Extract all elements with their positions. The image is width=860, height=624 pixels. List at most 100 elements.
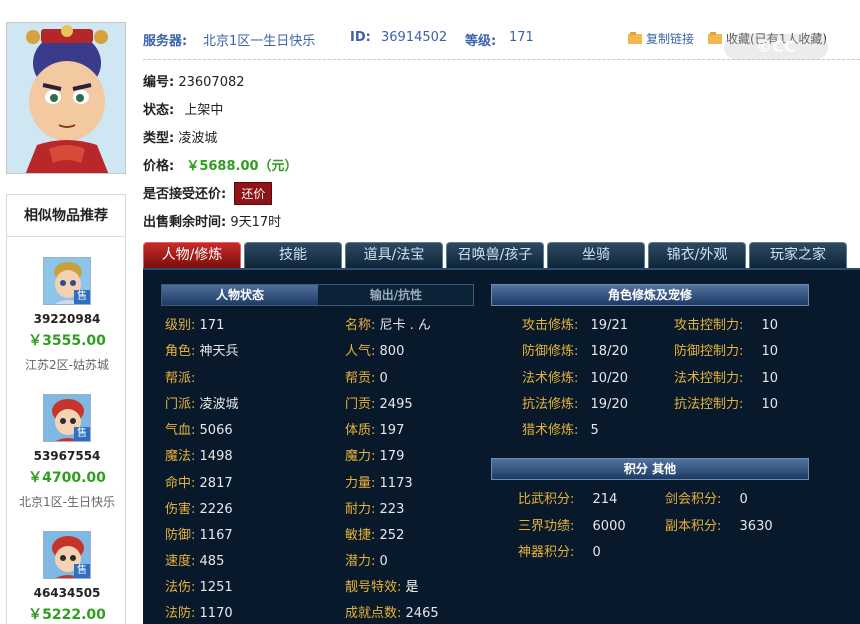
control-row: 攻击控制力: 10: [674, 314, 778, 333]
points-value: 0: [592, 545, 601, 560]
cultivation-label: 抗法修炼:: [522, 397, 579, 412]
points-row: 剑会积分: 0: [665, 488, 748, 507]
points-value: 214: [592, 492, 618, 507]
stat-label: 门贡:: [345, 397, 376, 412]
stat-row: 魔法: 1498: [165, 445, 233, 464]
cultivation-value: 19/20: [590, 397, 628, 412]
cultivation-row: 抗法修炼: 19/20: [522, 393, 628, 412]
cultivation-row: 猎术修炼: 5: [522, 419, 599, 438]
similar-item-id[interactable]: 53967554: [7, 449, 127, 463]
similar-item-price: ￥4700.00: [28, 470, 106, 486]
stat-value: 171: [199, 318, 225, 333]
stat-row: 门贡: 2495: [345, 393, 413, 412]
cultivation-label: 攻击修炼:: [522, 318, 579, 333]
stat-row: 力量: 1173: [345, 472, 413, 491]
subtab-output[interactable]: 输出/抗性: [318, 285, 474, 305]
sale-tag: 售: [74, 427, 90, 441]
stat-value: 197: [379, 423, 405, 438]
stat-label: 体质:: [345, 423, 376, 438]
control-label: 法术控制力:: [674, 371, 744, 386]
remaining-time-row: 出售剩余时间: 9天17时: [143, 211, 281, 230]
watermark-logo: ©CC: [724, 34, 828, 60]
control-label: 防御控制力:: [674, 344, 744, 359]
points-section-header: 积分 其他: [491, 458, 809, 480]
stat-value: 凌波城: [199, 397, 239, 412]
character-panel: 人物状态 输出/抗性 角色修炼及宠修 积分 其他 级别: 171 角色: 神天兵…: [143, 268, 860, 624]
points-row: 三界功绩: 6000: [518, 515, 626, 534]
stat-label: 名称:: [345, 318, 376, 333]
copy-link-button[interactable]: 复制链接: [628, 30, 694, 47]
control-row: 法术控制力: 10: [674, 367, 778, 386]
points-row: 神器积分: 0: [518, 541, 601, 560]
bargain-label: 是否接受还价:: [143, 187, 227, 202]
tab-character[interactable]: 人物/修炼: [143, 242, 241, 268]
cultivation-value: 10/20: [590, 371, 628, 386]
stat-label: 速度:: [165, 554, 196, 569]
tab-home[interactable]: 玩家之家: [749, 242, 847, 268]
subtab-status[interactable]: 人物状态: [162, 285, 318, 305]
type-row: 类型: 凌波城: [143, 127, 217, 146]
stat-row: 门派: 凌波城: [165, 393, 239, 412]
similar-item[interactable]: 售 46434505 ￥5222.00: [7, 531, 127, 624]
stat-label: 人气:: [345, 344, 376, 359]
points-value: 0: [739, 492, 748, 507]
stat-value: 800: [379, 344, 405, 359]
stat-row: 法伤: 1251: [165, 576, 233, 595]
stat-row: 魔力: 179: [345, 445, 404, 464]
tab-appearance[interactable]: 锦衣/外观: [648, 242, 746, 268]
similar-item[interactable]: 售 39220984 ￥3555.00 江苏2区-姑苏城: [7, 257, 127, 373]
detail-tabs: 人物/修炼 技能 道具/法宝 召唤兽/孩子 坐骑 锦衣/外观 玩家之家: [143, 242, 860, 268]
points-label: 副本积分:: [665, 519, 722, 534]
similar-items-panel: 相似物品推荐 售 39220984 ￥3555.00 江苏2区-姑苏城 售 53…: [6, 194, 126, 624]
control-label: 攻击控制力:: [674, 318, 744, 333]
stat-value: 2226: [199, 502, 233, 517]
stat-label: 魔法:: [165, 449, 196, 464]
similar-item-thumbnail[interactable]: 售: [43, 394, 91, 442]
stat-value: 252: [379, 528, 405, 543]
stat-row: 命中: 2817: [165, 472, 233, 491]
points-row: 比武积分: 214: [518, 488, 617, 507]
id-label: ID:: [350, 30, 371, 45]
stat-label: 靓号特效:: [345, 580, 402, 595]
similar-item-id[interactable]: 46434505: [7, 586, 127, 600]
tab-skills[interactable]: 技能: [244, 242, 342, 268]
tab-pets[interactable]: 召唤兽/孩子: [446, 242, 544, 268]
stat-label: 气血:: [165, 423, 196, 438]
stat-value: 0: [379, 554, 388, 569]
similar-item-price: ￥3555.00: [28, 333, 106, 349]
similar-item-thumbnail[interactable]: 售: [43, 257, 91, 305]
stat-row: 成就点数: 2465: [345, 602, 439, 621]
stat-label: 法防:: [165, 606, 196, 621]
tab-items[interactable]: 道具/法宝: [345, 242, 443, 268]
bargain-button[interactable]: 还价: [234, 182, 273, 205]
bargain-row: 是否接受还价: 还价: [143, 182, 273, 205]
status-row: 状态: 上架中: [143, 99, 223, 118]
stat-value: 神天兵: [199, 344, 239, 359]
tab-mounts[interactable]: 坐骑: [547, 242, 645, 268]
stat-value: 1173: [379, 476, 413, 491]
stat-label: 角色:: [165, 344, 196, 359]
status-label: 状态:: [143, 103, 175, 118]
stat-label: 耐力:: [345, 502, 376, 517]
stat-row: 级别: 171: [165, 314, 224, 333]
cultivation-label: 法术修炼:: [522, 371, 579, 386]
cultivation-label: 猎术修炼:: [522, 423, 579, 438]
stat-value: 2465: [405, 606, 439, 621]
similar-item-id[interactable]: 39220984: [7, 312, 127, 326]
stat-row: 伤害: 2226: [165, 498, 233, 517]
similar-item[interactable]: 售 53967554 ￥4700.00 北京1区-生日快乐: [7, 394, 127, 510]
remaining-time-label: 出售剩余时间:: [143, 215, 227, 230]
folder-icon: [708, 32, 722, 44]
stat-value: 5066: [199, 423, 233, 438]
stat-label: 力量:: [345, 476, 376, 491]
points-label: 三界功绩:: [518, 519, 575, 534]
similar-item-price: ￥5222.00: [28, 607, 106, 623]
cultivation-section-header: 角色修炼及宠修: [491, 284, 809, 306]
stat-value: 0: [379, 371, 388, 386]
points-label: 比武积分:: [518, 492, 575, 507]
stat-row: 人气: 800: [345, 340, 404, 359]
similar-item-thumbnail[interactable]: 售: [43, 531, 91, 579]
level-label: 等级:: [465, 34, 497, 49]
status-value: 上架中: [184, 103, 224, 118]
cultivation-value: 18/20: [590, 344, 628, 359]
